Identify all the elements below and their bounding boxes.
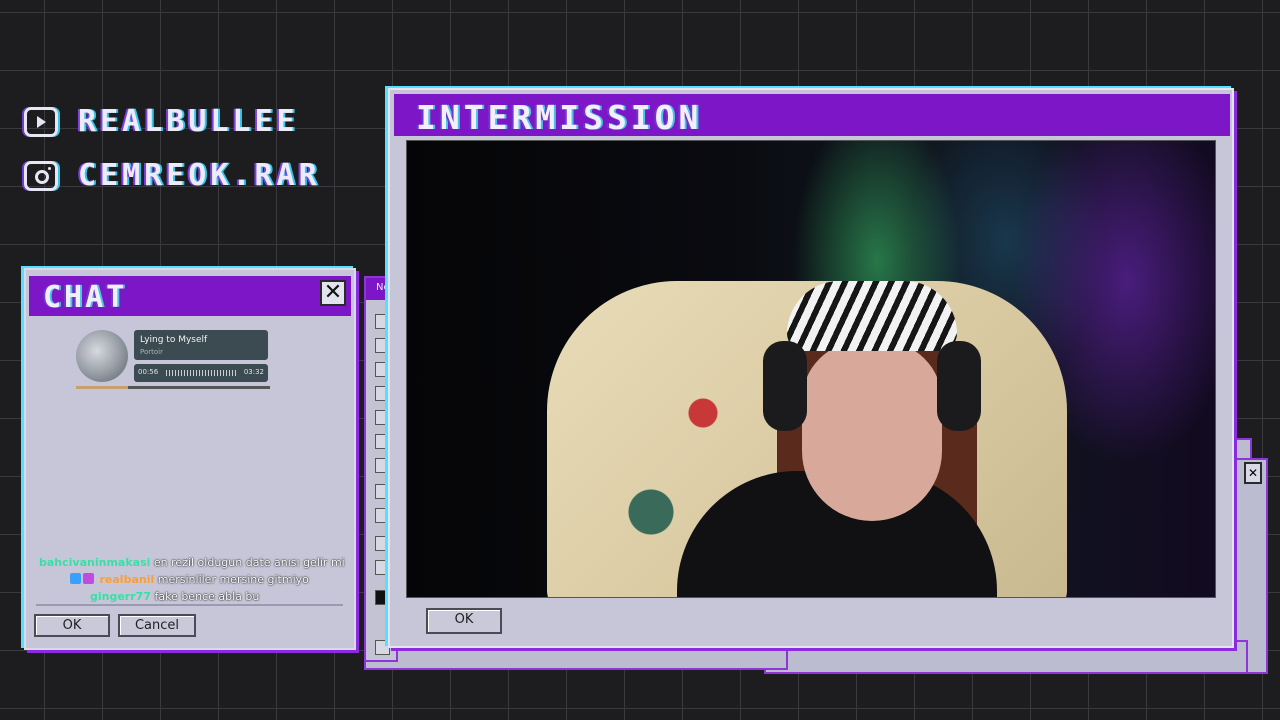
chat-username: gingerr77 — [90, 590, 151, 603]
headphone-left — [763, 341, 807, 431]
youtube-handle-row: REALBULLEE — [24, 104, 299, 139]
track-duration: 03:32 — [243, 368, 264, 376]
waveform — [166, 370, 238, 376]
intermission-title: INTERMISSION — [416, 98, 703, 137]
chat-text: en rezil oldugun date anısı gelir mi — [153, 556, 345, 569]
intermission-window: INTERMISSION — [388, 88, 1234, 648]
track-progress-bar — [76, 386, 270, 389]
chat-username: realbanil — [99, 573, 155, 586]
track-title: Lying to Myself — [140, 335, 208, 345]
headphone-right — [937, 341, 981, 431]
chat-message: gingerr77 fake bence abla bu — [90, 590, 259, 603]
chat-divider — [36, 604, 343, 606]
person-face — [802, 341, 942, 521]
webcam-video — [406, 140, 1216, 598]
track-artist: Portoir — [140, 348, 163, 356]
now-playing-widget: Lying to Myself Portoir 00:56 03:32 — [76, 330, 270, 392]
intermission-titlebar: INTERMISSION — [394, 94, 1230, 137]
chat-username: bahcivaninmakasi — [39, 556, 151, 569]
chat-message: bahcivaninmakasi en rezil oldugun date a… — [39, 556, 345, 569]
chat-cancel-button[interactable]: Cancel — [118, 614, 196, 637]
intermission-ok-button[interactable]: OK — [426, 608, 502, 634]
badge-icon — [70, 573, 81, 584]
track-timeline: 00:56 03:32 — [134, 364, 268, 382]
close-icon[interactable]: ✕ — [320, 280, 346, 306]
track-progress-fill — [76, 386, 129, 389]
instagram-handle-row: CEMREOK.RAR — [24, 158, 321, 193]
chat-text: mersinliler mersine gitmiyo — [157, 573, 309, 586]
chat-ok-button[interactable]: OK — [34, 614, 110, 637]
chat-message: realbanil mersinliler mersine gitmiyo — [70, 573, 309, 586]
elapsed-time: 00:56 — [138, 368, 159, 376]
zebra-headband — [787, 281, 957, 351]
youtube-handle: REALBULLEE — [78, 104, 299, 139]
instagram-handle: CEMREOK.RAR — [78, 158, 321, 193]
back-window-close-icon[interactable]: ✕ — [1244, 462, 1262, 484]
instagram-icon — [24, 160, 58, 191]
badge-icon — [83, 573, 94, 584]
now-playing-info: Lying to Myself Portoir — [134, 330, 268, 360]
album-art — [76, 330, 128, 382]
youtube-icon — [24, 106, 58, 137]
chat-titlebar: CHAT ✕ — [29, 276, 351, 316]
chat-text: fake bence abla bu — [154, 590, 260, 603]
chat-title: CHAT — [43, 280, 128, 315]
